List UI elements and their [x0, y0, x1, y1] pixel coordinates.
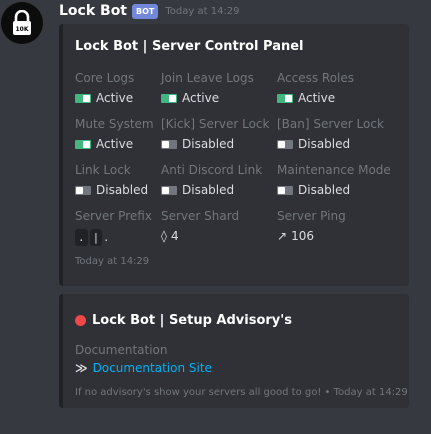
toggle-off-icon [161, 140, 177, 149]
embed-title: Lock Bot | Setup Advisory's [75, 313, 292, 328]
field-kick-server-lock: [Kick] Server Lock Disabled [161, 117, 269, 152]
shard-value: 4 [170, 229, 179, 243]
field-value-text: Active [182, 91, 220, 105]
red-circle-icon [75, 315, 86, 326]
field-anti-discord-link: Anti Discord Link Disabled [161, 163, 262, 198]
advisory-embed: Lock Bot | Setup Advisory's Documentatio… [59, 294, 409, 408]
documentation-link[interactable]: Documentation Site [93, 361, 212, 375]
field-name: Server Ping [277, 209, 346, 223]
prefix-tail: . [104, 230, 109, 244]
field-value-text: Active [298, 91, 336, 105]
field-name: Core Logs [75, 71, 135, 85]
field-value-text: Active [96, 137, 134, 151]
message-timestamp: Today at 14:29 [165, 5, 240, 17]
diamond-icon: ◊ [161, 229, 167, 243]
field-value: ◊ 4 [161, 229, 239, 244]
embed-footer: If no advisory's show your servers all g… [75, 387, 408, 398]
toggle-on-icon [75, 94, 91, 103]
double-chevron-icon: ≫ [75, 361, 88, 375]
field-ban-server-lock: [Ban] Server Lock Disabled [277, 117, 384, 152]
field-name: Documentation [75, 343, 168, 357]
field-value: . | . [75, 229, 152, 246]
field-name: Anti Discord Link [161, 163, 263, 177]
field-server-ping: Server Ping ↗ 106 [277, 209, 346, 244]
field-value: Disabled [277, 137, 384, 152]
field-value-text: Active [96, 91, 134, 105]
field-join-leave-logs: Join Leave Logs Active [161, 71, 254, 106]
toggle-off-icon [277, 140, 293, 149]
field-value: Active [75, 91, 134, 106]
field-mute-system: Mute System Active [75, 117, 154, 152]
field-value-text: Disabled [182, 183, 235, 197]
message-header: Lock Bot BOT Today at 14:29 [59, 1, 240, 21]
embed-title-text: Lock Bot | Setup Advisory's [92, 313, 292, 328]
field-value: Disabled [75, 183, 148, 198]
toggle-on-icon [277, 94, 293, 103]
field-name: Mute System [75, 117, 154, 131]
field-core-logs: Core Logs Active [75, 71, 134, 106]
field-value-text: Disabled [298, 183, 351, 197]
field-value: Active [161, 91, 254, 106]
field-maintenance-mode: Maintenance Mode Disabled [277, 163, 391, 198]
footer-separator: • [324, 387, 331, 398]
field-value: ↗ 106 [277, 229, 346, 244]
avatar-text: 10K [16, 26, 29, 33]
field-name: Access Roles [277, 71, 355, 85]
prefix-code: . [75, 229, 88, 246]
toggle-on-icon [75, 140, 91, 149]
ping-value: 106 [291, 229, 314, 243]
toggle-off-icon [75, 186, 91, 195]
field-name: Maintenance Mode [277, 163, 391, 177]
field-value: Disabled [161, 137, 269, 152]
field-link-lock: Link Lock Disabled [75, 163, 148, 198]
field-name: [Ban] Server Lock [277, 117, 384, 131]
embed-footer: Today at 14:29 [75, 256, 150, 267]
field-value-text: Disabled [182, 137, 235, 151]
field-value-text: Disabled [298, 137, 351, 151]
footer-timestamp: Today at 14:29 [333, 387, 408, 398]
field-value: Disabled [161, 183, 262, 198]
author-name[interactable]: Lock Bot [59, 3, 127, 19]
embed-title: Lock Bot | Server Control Panel [75, 39, 304, 54]
prefix-separator-code: | [89, 229, 103, 246]
toggle-on-icon [161, 94, 177, 103]
field-server-shard: Server Shard ◊ 4 [161, 209, 239, 244]
field-server-prefix: Server Prefix . | . [75, 209, 152, 246]
bot-tag: BOT [132, 3, 159, 19]
documentation-link-row: ≫ Documentation Site [75, 361, 212, 375]
field-name: Join Leave Logs [161, 71, 254, 85]
ping-arrow-icon: ↗ [277, 229, 288, 243]
field-name: Server Shard [161, 209, 240, 223]
lock-icon: 10K [13, 10, 31, 35]
footer-text: If no advisory's show your servers all g… [75, 387, 322, 398]
field-access-roles: Access Roles Active [277, 71, 354, 106]
avatar[interactable]: 10K [1, 2, 43, 44]
toggle-off-icon [277, 186, 293, 195]
field-value: Active [277, 91, 354, 106]
field-name: Server Prefix [75, 209, 152, 223]
field-value: Disabled [277, 183, 391, 198]
toggle-off-icon [161, 186, 177, 195]
control-panel-embed: Lock Bot | Server Control Panel Core Log… [59, 24, 409, 286]
field-value-text: Disabled [96, 183, 149, 197]
field-name: Link Lock [75, 163, 131, 177]
field-name: [Kick] Server Lock [161, 117, 270, 131]
field-value: Active [75, 137, 154, 152]
